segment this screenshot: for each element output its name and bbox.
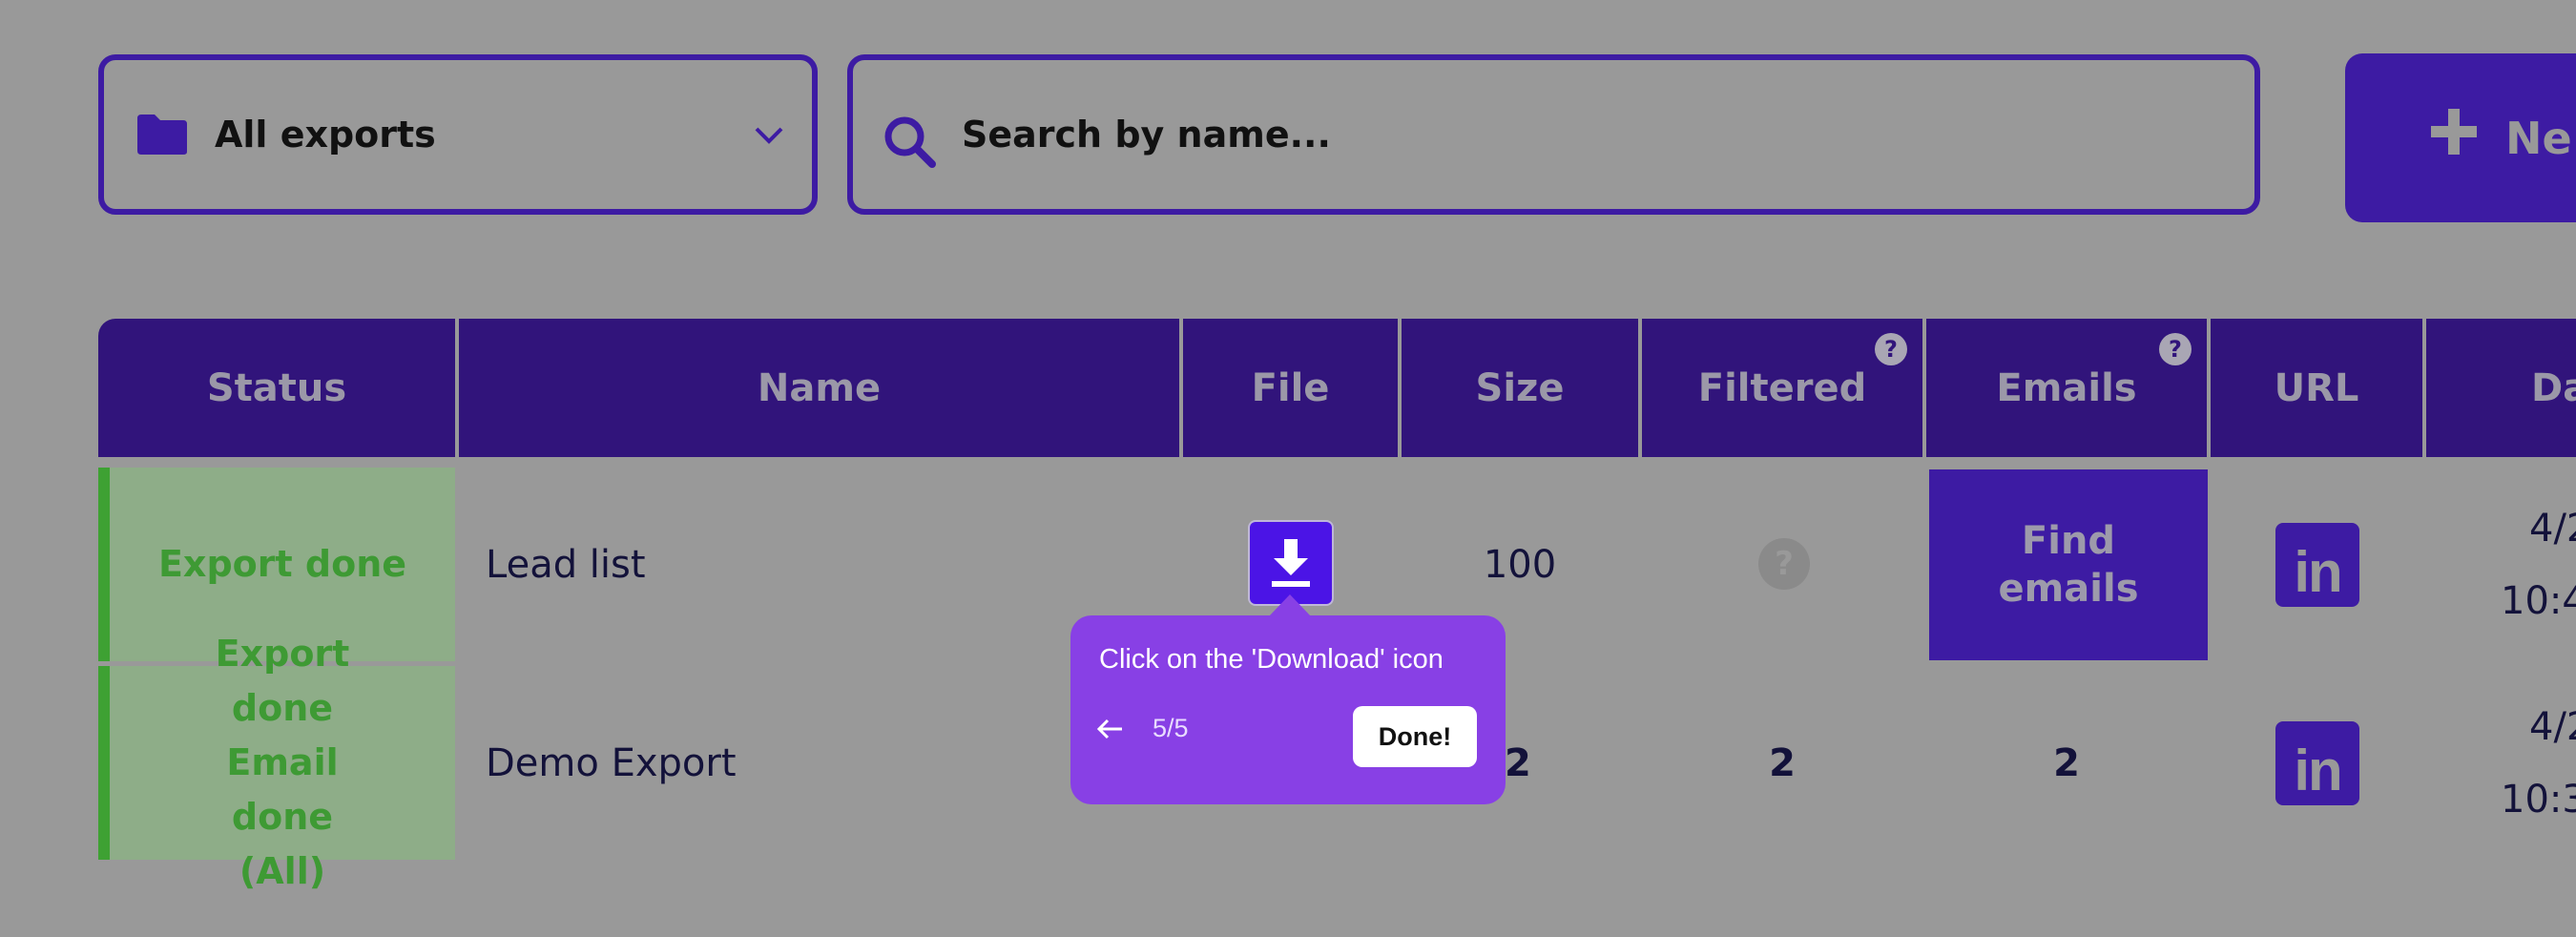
linkedin-icon[interactable]: in: [2275, 523, 2359, 607]
filtered-cell: 2: [1642, 666, 1922, 860]
new-export-label: Ne: [2505, 112, 2572, 164]
svg-text:?: ?: [1775, 545, 1794, 583]
status-cell: Export done Email done (All): [110, 633, 455, 892]
help-icon[interactable]: ?: [1874, 332, 1908, 366]
done-button[interactable]: Done!: [1353, 706, 1477, 767]
find-emails-label: Find emails: [1998, 519, 2139, 611]
download-button[interactable]: [1250, 522, 1332, 604]
header-name[interactable]: Name: [459, 319, 1179, 457]
plus-icon: [2431, 109, 2477, 155]
guide-tooltip: Click on the 'Download' icon 5/5 Done!: [1070, 615, 1506, 804]
help-icon[interactable]: ?: [2158, 332, 2192, 366]
folder-icon: [137, 115, 187, 155]
help-icon[interactable]: ?: [1757, 537, 1811, 591]
header-status[interactable]: Status: [98, 319, 455, 457]
date-cell: 4/2( 10:40: [2426, 468, 2576, 661]
header-size[interactable]: Size: [1402, 319, 1638, 457]
header-url[interactable]: URL: [2211, 319, 2422, 457]
date-value: 4/2(: [2529, 506, 2576, 551]
search-input[interactable]: [962, 60, 2202, 209]
search-box: [847, 54, 2260, 215]
time-value: 10:35: [2501, 777, 2576, 822]
tooltip-step-counter: 5/5: [1153, 714, 1189, 742]
tooltip-arrow: [1269, 594, 1311, 616]
date-cell: 4/2( 10:35: [2426, 666, 2576, 860]
export-filter-dropdown[interactable]: All exports: [98, 54, 818, 215]
svg-text:?: ?: [2169, 336, 2182, 363]
filter-selected-value: All exports: [215, 114, 436, 156]
header-date[interactable]: Da: [2426, 319, 2576, 457]
status-indicator: [98, 666, 110, 860]
search-icon: [884, 116, 936, 168]
find-emails-button[interactable]: Find emails: [1929, 469, 2208, 660]
emails-cell: 2: [1926, 666, 2207, 860]
date-value: 4/2(: [2529, 704, 2576, 749]
download-icon: [1272, 539, 1310, 587]
linkedin-icon[interactable]: in: [2275, 721, 2359, 805]
time-value: 10:40: [2501, 578, 2576, 623]
arrow-left-icon[interactable]: [1095, 717, 1126, 741]
chevron-down-icon: [755, 127, 783, 144]
tooltip-text: Click on the 'Download' icon: [1099, 644, 1444, 675]
status-indicator: [98, 468, 110, 661]
header-file[interactable]: File: [1183, 319, 1398, 457]
new-export-button[interactable]: Ne: [2345, 53, 2576, 222]
svg-text:?: ?: [1884, 336, 1898, 363]
